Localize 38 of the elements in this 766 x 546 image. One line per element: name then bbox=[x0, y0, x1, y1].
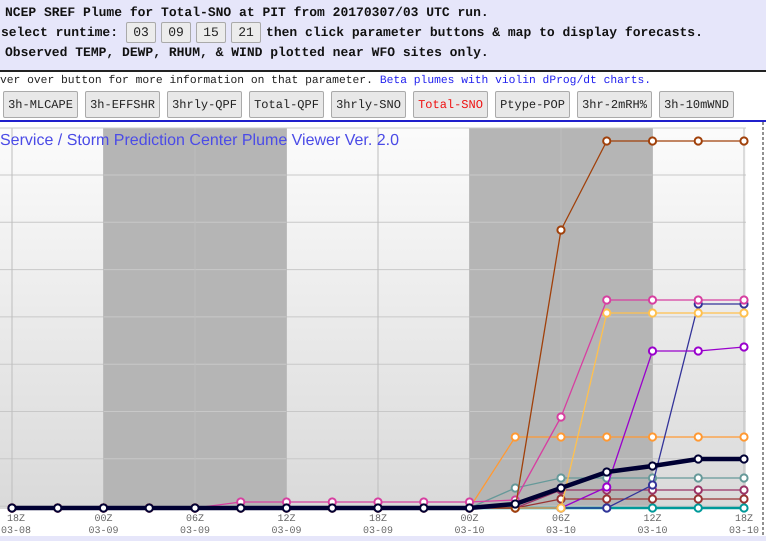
axis-date-label: 03-10 bbox=[729, 526, 759, 537]
parameter-button[interactable]: 3h-EFFSHR bbox=[85, 91, 160, 118]
chart-title: Service / Storm Prediction Center Plume Viewer Ver. 2.0 bbox=[0, 132, 399, 149]
axis-time-label: 18Z bbox=[369, 514, 387, 525]
axis-time-label: 06Z bbox=[186, 514, 204, 525]
hint-text: ver over button for more information on that parameter. bbox=[0, 75, 373, 87]
runtime-instructions: then click parameter buttons & map to display forecasts. bbox=[266, 24, 703, 42]
runtime-label: select runtime: bbox=[1, 24, 118, 42]
axis-time-label: 00Z bbox=[460, 514, 478, 525]
axis-date-label: 03-10 bbox=[638, 526, 668, 537]
parameter-button[interactable]: 3h-10mWND bbox=[659, 91, 734, 118]
axis-date-label: 03-10 bbox=[546, 526, 576, 537]
axis-date-label: 03-09 bbox=[88, 526, 118, 537]
beta-plumes-link[interactable]: Beta plumes with violin dProg/dt charts. bbox=[380, 75, 652, 87]
axis-date-label: 03-10 bbox=[454, 526, 484, 537]
axis-time-label: 06Z bbox=[552, 514, 570, 525]
axis-date-label: 03-09 bbox=[363, 526, 393, 537]
parameter-button[interactable]: Total-SNO bbox=[413, 91, 488, 118]
parameter-button[interactable]: 3hr-2mRH% bbox=[577, 91, 652, 118]
runtime-button[interactable]: 21 bbox=[231, 22, 262, 43]
observed-note: Observed TEMP, DEWP, RHUM, & WIND plotted near WFO sites only. bbox=[5, 44, 490, 62]
parameter-button[interactable]: Ptype-POP bbox=[495, 91, 570, 118]
axis-time-label: 00Z bbox=[94, 514, 112, 525]
axis-date-label: 03-08 bbox=[1, 526, 31, 537]
axis-date-label: 03-09 bbox=[180, 526, 210, 537]
axis-time-label: 12Z bbox=[644, 514, 662, 525]
axis-time-label: 18Z bbox=[7, 514, 25, 525]
parameter-button[interactable]: 3hrly-QPF bbox=[167, 91, 242, 118]
runtime-button[interactable]: 03 bbox=[126, 22, 156, 43]
runtime-button[interactable]: 09 bbox=[161, 22, 192, 43]
axis-time-label: 12Z bbox=[278, 514, 296, 525]
parameter-button[interactable]: Total-QPF bbox=[249, 91, 324, 118]
parameter-button[interactable]: 3hrly-SNO bbox=[331, 91, 406, 118]
parameter-button[interactable]: 3h-MLCAPE bbox=[3, 91, 78, 118]
axis-time-label: 18Z bbox=[735, 514, 753, 525]
axis-date-label: 03-09 bbox=[272, 526, 302, 537]
page-title: NCEP SREF Plume for Total-SNO at PIT from 20170307/03 UTC run. bbox=[5, 4, 490, 22]
runtime-button[interactable]: 15 bbox=[196, 22, 226, 43]
